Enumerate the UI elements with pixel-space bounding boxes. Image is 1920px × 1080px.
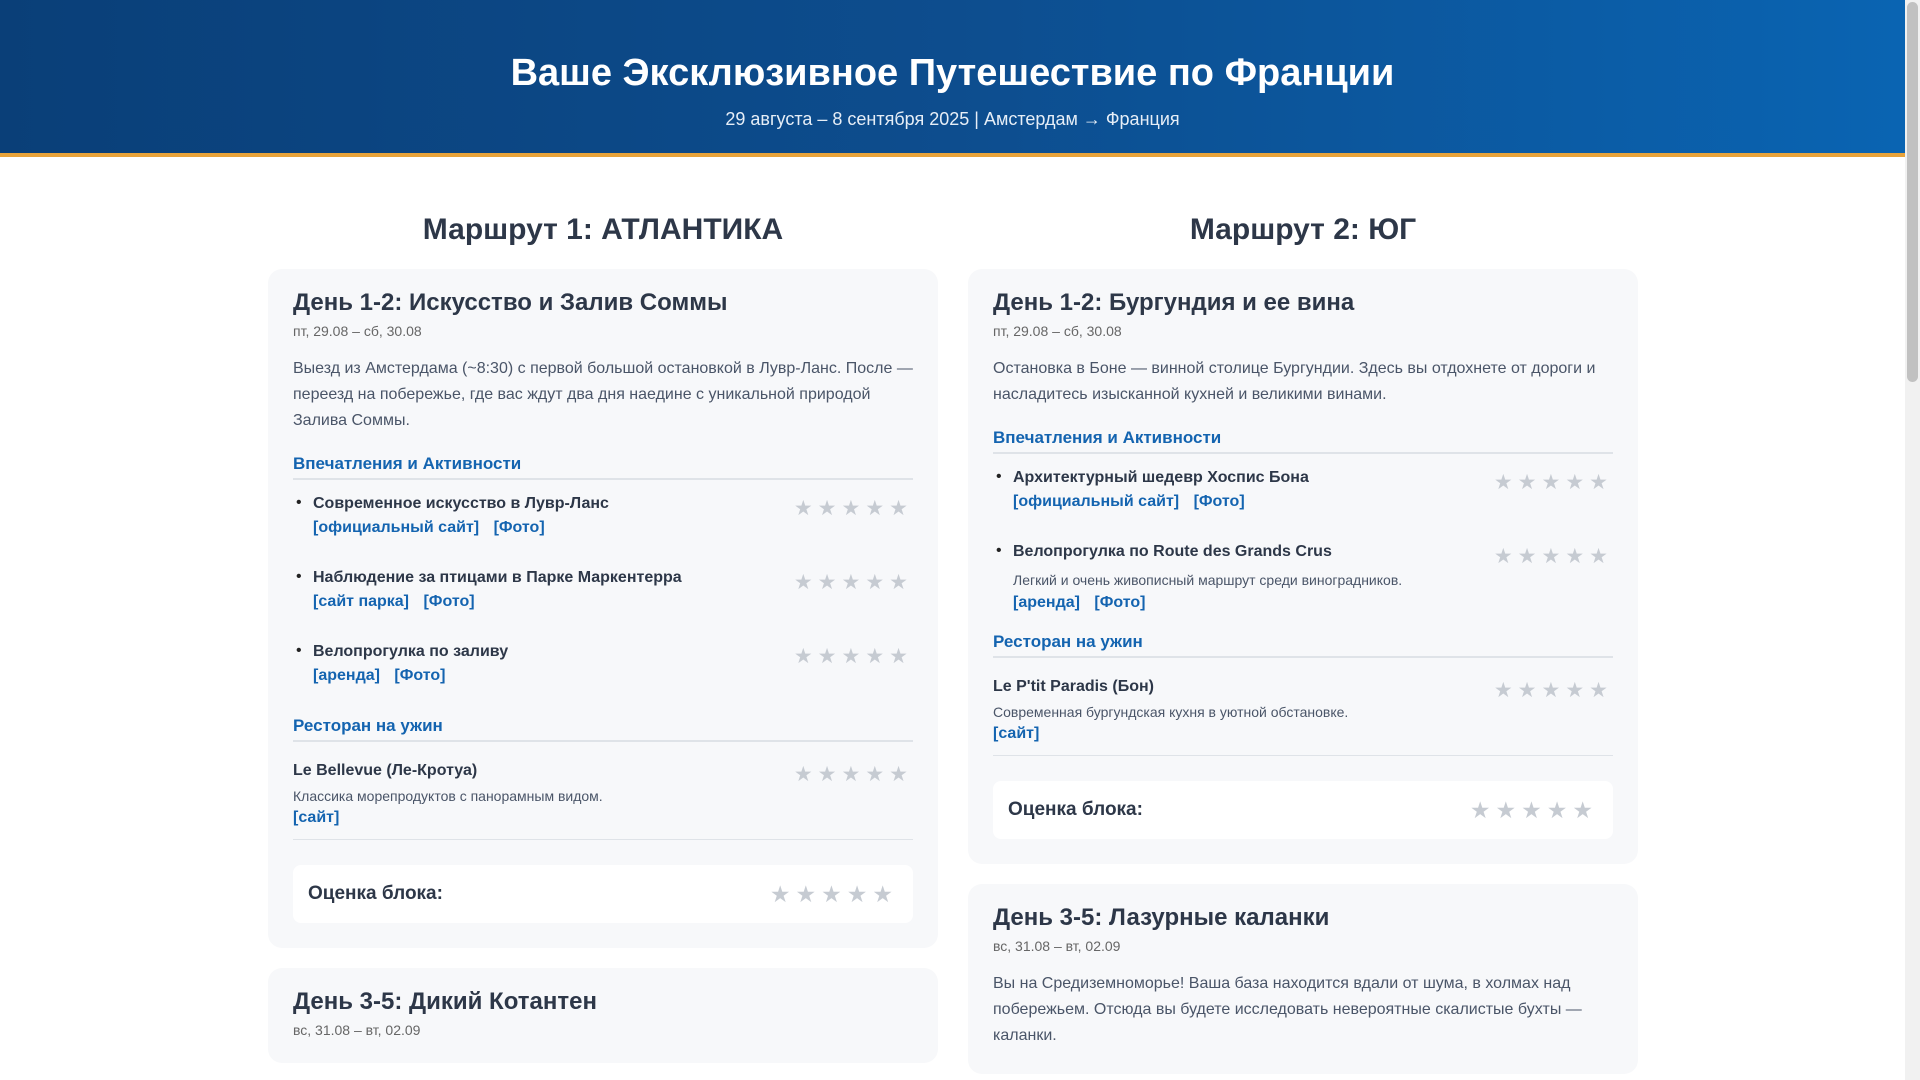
block-rating: Оценка блока: ★★★★★ <box>993 781 1613 839</box>
route-column-atlantic: Маршрут 1: АТЛАНТИКА День 1-2: Искусство… <box>268 157 938 1063</box>
route-title: Маршрут 2: ЮГ <box>1189 213 1417 246</box>
rental-link[interactable]: [аренда] <box>1013 594 1080 611</box>
activity-desc: Легкий и очень живописный маршрут среди … <box>1013 572 1403 588</box>
day-dates: пт, 29.08 – сб, 30.08 <box>293 323 422 339</box>
restaurant-desc: Классика морепродуктов с панорамным видо… <box>293 788 603 804</box>
day-card: День 3-5: Лазурные каланки вс, 31.08 – в… <box>968 884 1638 1074</box>
day-card: День 3-5: Дикий Котантен вс, 31.08 – вт,… <box>268 968 938 1063</box>
photo-link[interactable]: [Фото] <box>494 519 545 536</box>
star-rating[interactable]: ★★★★★ <box>1470 797 1598 824</box>
activities-heading: Впечатления и Активности <box>993 428 1613 454</box>
block-rating-label: Оценка блока: <box>308 883 443 904</box>
official-site-link[interactable]: [официальный сайт] <box>313 519 479 536</box>
list-item: Современное искусство в Лувр-Ланс [офици… <box>293 494 913 548</box>
star-rating[interactable]: ★★★★★ <box>794 644 913 669</box>
photo-link[interactable]: [Фото] <box>1094 594 1145 611</box>
activities-list: Современное искусство в Лувр-Ланс [офици… <box>293 494 913 696</box>
day-dates: вс, 31.08 – вт, 02.09 <box>993 938 1121 954</box>
day-intro: Остановка в Боне — винной столице Бургун… <box>993 360 1596 403</box>
day-dates: вс, 31.08 – вт, 02.09 <box>293 1022 421 1038</box>
day-intro: Выезд из Амстердама (~8:30) с первой бол… <box>293 360 913 429</box>
restaurant-site-link[interactable]: [сайт] <box>993 725 1039 742</box>
official-site-link[interactable]: [официальный сайт] <box>1013 493 1179 510</box>
list-item: Архитектурный шедевр Хоспис Бона [официа… <box>993 468 1613 522</box>
scrollbar[interactable] <box>1905 0 1920 1080</box>
day-title: День 3-5: Лазурные каланки <box>993 904 1330 931</box>
route-column-south: Маршрут 2: ЮГ День 1-2: Бургундия и ее в… <box>968 157 1638 1074</box>
rental-link[interactable]: [аренда] <box>313 667 380 684</box>
activities-heading: Впечатления и Активности <box>293 454 913 480</box>
star-rating[interactable]: ★★★★★ <box>1494 678 1613 703</box>
restaurant-item: Le P'tit Paradis (Бон) Современная бургу… <box>993 678 1613 756</box>
list-item: Велопрогулка по Route des Grands Crus Ле… <box>993 542 1613 612</box>
day-title: День 1-2: Искусство и Залив Соммы <box>293 289 728 316</box>
star-rating[interactable]: ★★★★★ <box>794 496 913 521</box>
page-subtitle: 29 августа – 8 сентября 2025 | Амстердам… <box>725 109 1180 129</box>
day-title: День 1-2: Бургундия и ее вина <box>993 289 1355 316</box>
star-rating[interactable]: ★★★★★ <box>1494 470 1613 495</box>
restaurant-site-link[interactable]: [сайт] <box>293 809 339 826</box>
activities-list: Архитектурный шедевр Хоспис Бона [официа… <box>993 468 1613 612</box>
scrollbar-thumb[interactable] <box>1907 2 1918 382</box>
restaurant-heading: Ресторан на ужин <box>293 716 913 742</box>
photo-link[interactable]: [Фото] <box>394 667 445 684</box>
route-title: Маршрут 1: АТЛАНТИКА <box>422 213 784 246</box>
page-header: Ваше Эксклюзивное Путешествие по Франции… <box>0 0 1905 157</box>
day-intro: Вы на Средиземноморье! Ваша база находит… <box>993 975 1582 1044</box>
day-dates: пт, 29.08 – сб, 30.08 <box>993 323 1122 339</box>
day-card: День 1-2: Бургундия и ее вина пт, 29.08 … <box>968 269 1638 864</box>
block-rating: Оценка блока: ★★★★★ <box>293 865 913 923</box>
photo-link[interactable]: [Фото] <box>1194 493 1245 510</box>
star-rating[interactable]: ★★★★★ <box>794 570 913 595</box>
park-site-link[interactable]: [сайт парка] <box>313 593 409 610</box>
page-title: Ваше Эксклюзивное Путешествие по Франции <box>510 52 1395 94</box>
block-rating-label: Оценка блока: <box>1008 799 1143 820</box>
star-rating[interactable]: ★★★★★ <box>794 762 913 787</box>
photo-link[interactable]: [Фото] <box>423 593 474 610</box>
restaurant-item: Le Bellevue (Ле-Кротуа) Классика морепро… <box>293 762 913 840</box>
day-title: День 3-5: Дикий Котантен <box>293 988 597 1015</box>
restaurant-heading: Ресторан на ужин <box>993 632 1613 658</box>
list-item: Велопрогулка по заливу [аренда] [Фото] ★… <box>293 642 913 696</box>
restaurant-desc: Современная бургундская кухня в уютной о… <box>993 704 1349 720</box>
star-rating[interactable]: ★★★★★ <box>770 881 898 908</box>
star-rating[interactable]: ★★★★★ <box>1494 544 1613 569</box>
list-item: Наблюдение за птицами в Парке Маркентерр… <box>293 568 913 622</box>
day-card: День 1-2: Искусство и Залив Соммы пт, 29… <box>268 269 938 948</box>
